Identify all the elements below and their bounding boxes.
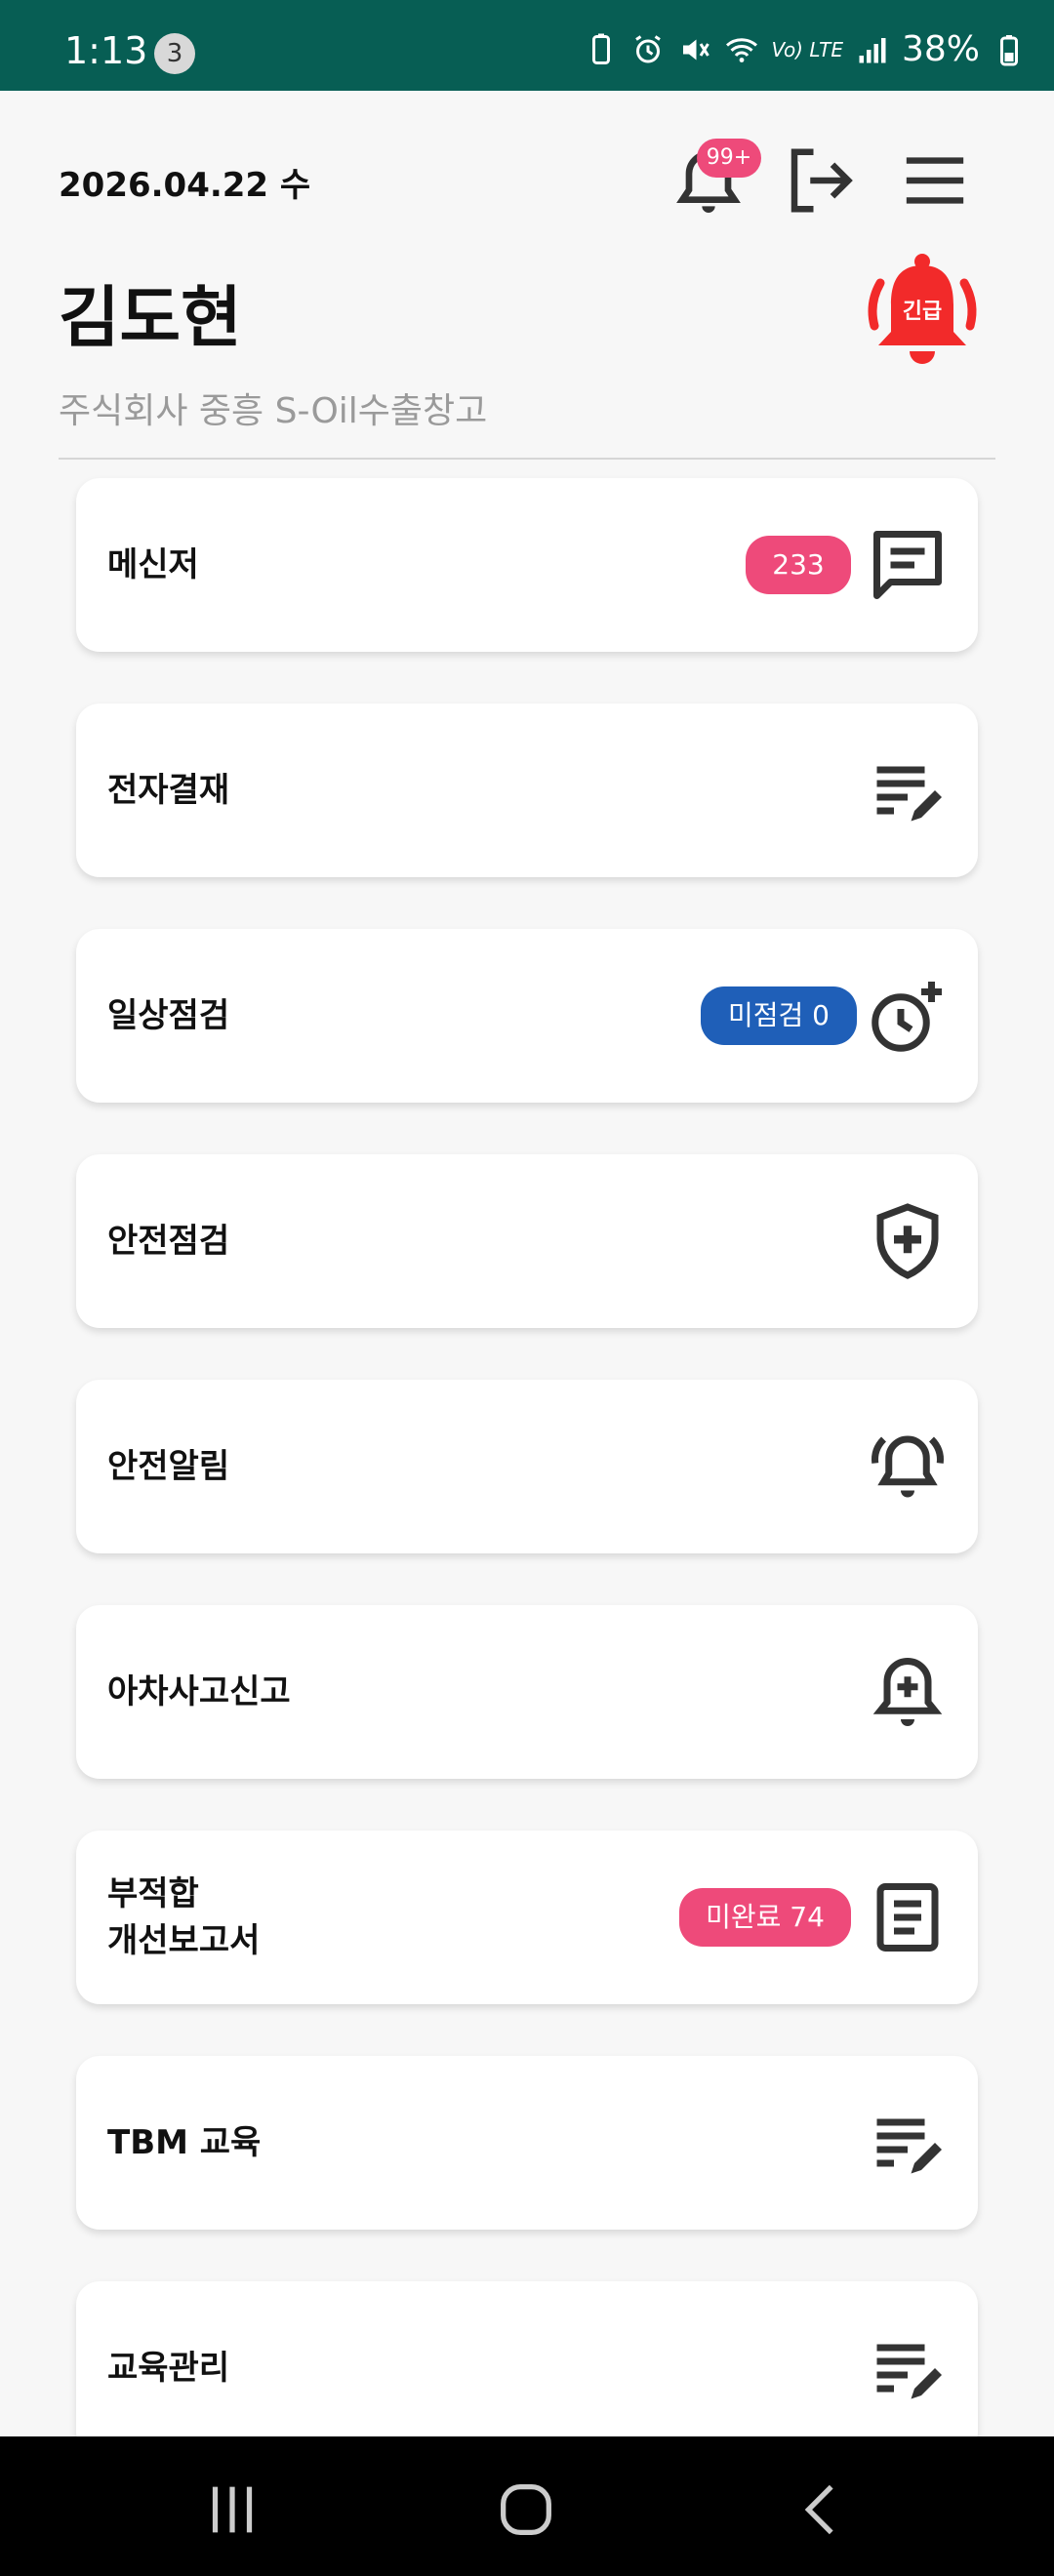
messenger-count-badge: 233 (746, 536, 851, 594)
emergency-button[interactable]: 긴급 (859, 250, 986, 377)
notification-badge: 99+ (697, 139, 761, 178)
system-navigation-bar (0, 2436, 1054, 2576)
status-bar: 1:13 3 Vo) LTE 38% (0, 0, 1054, 91)
current-date: 2026.04.22 수 (59, 166, 311, 205)
menu-card-approval[interactable]: 전자결재 (76, 704, 978, 877)
hamburger-menu-icon[interactable] (896, 146, 974, 215)
menu-card-label: 교육관리 (107, 2349, 230, 2388)
menu-card-label: 일상점검 (107, 996, 230, 1035)
menu-card-nonconformity[interactable]: 부적합 개선보고서 미완료 74 (76, 1831, 978, 2004)
wifi-icon (726, 37, 758, 62)
bell-ring-icon (872, 1435, 944, 1498)
menu-card-tbm[interactable]: TBM 교육 (76, 2056, 978, 2230)
lte-indicator: Vo) LTE (771, 37, 843, 61)
status-icons: Vo) LTE 38% (584, 29, 1027, 69)
menu-card-label: 메신저 (107, 545, 199, 584)
company-name: 주식회사 중흥 S-Oil수출창고 (59, 391, 488, 431)
edit-list-icon (876, 2344, 942, 2399)
menu-card-safety-alert[interactable]: 안전알림 (76, 1380, 978, 1553)
menu-card-safety-check[interactable]: 안전점검 (76, 1154, 978, 1328)
logout-icon[interactable] (779, 142, 861, 219)
user-name: 김도현 (59, 280, 242, 357)
menu-card-label: 부적합 개선보고서 (107, 1871, 260, 1964)
signal-icon (859, 37, 886, 62)
battery-saver-icon (592, 33, 611, 64)
document-icon (876, 1883, 939, 1952)
recent-apps-icon[interactable] (198, 2475, 266, 2544)
emergency-label: 긴급 (903, 300, 942, 324)
header-divider (59, 458, 995, 460)
menu-card-label-line2: 개선보고서 (107, 1921, 261, 1960)
menu-card-label: 전자결재 (107, 771, 230, 810)
menu-card-daily-check[interactable]: 일상점검 미점검 0 (76, 929, 978, 1103)
alarm-icon (635, 34, 662, 62)
menu-card-label: 아차사고신고 (107, 1672, 291, 1711)
mute-icon (683, 39, 710, 60)
menu-card-label-line1: 부적합 (107, 1874, 199, 1913)
menu-card-label: 안전점검 (107, 1222, 230, 1261)
daily-check-badge: 미점검 0 (701, 986, 857, 1045)
nonconformity-badge: 미완료 74 (679, 1888, 851, 1947)
menu-card-label: TBM 교육 (107, 2123, 262, 2162)
battery-icon (1000, 34, 1018, 65)
menu-card-messenger[interactable]: 메신저 233 (76, 478, 978, 652)
menu-card-near-miss[interactable]: 아차사고신고 (76, 1605, 978, 1779)
emergency-bell-icon: 긴급 (868, 254, 977, 364)
clock-plus-icon (872, 982, 942, 1052)
edit-list-icon (876, 2118, 942, 2174)
shield-plus-icon (876, 1203, 939, 1279)
menu-card-label: 안전알림 (107, 1447, 230, 1486)
status-time: 1:13 (64, 29, 148, 72)
battery-percent: 38% (901, 29, 980, 69)
chat-icon (873, 531, 942, 599)
edit-list-icon (876, 766, 942, 822)
home-icon[interactable] (492, 2475, 560, 2544)
menu-card-education[interactable]: 교육관리 (76, 2281, 978, 2455)
bell-plus-icon (872, 1657, 943, 1726)
back-icon[interactable] (789, 2475, 857, 2544)
notification-count-badge: 3 (154, 33, 195, 74)
